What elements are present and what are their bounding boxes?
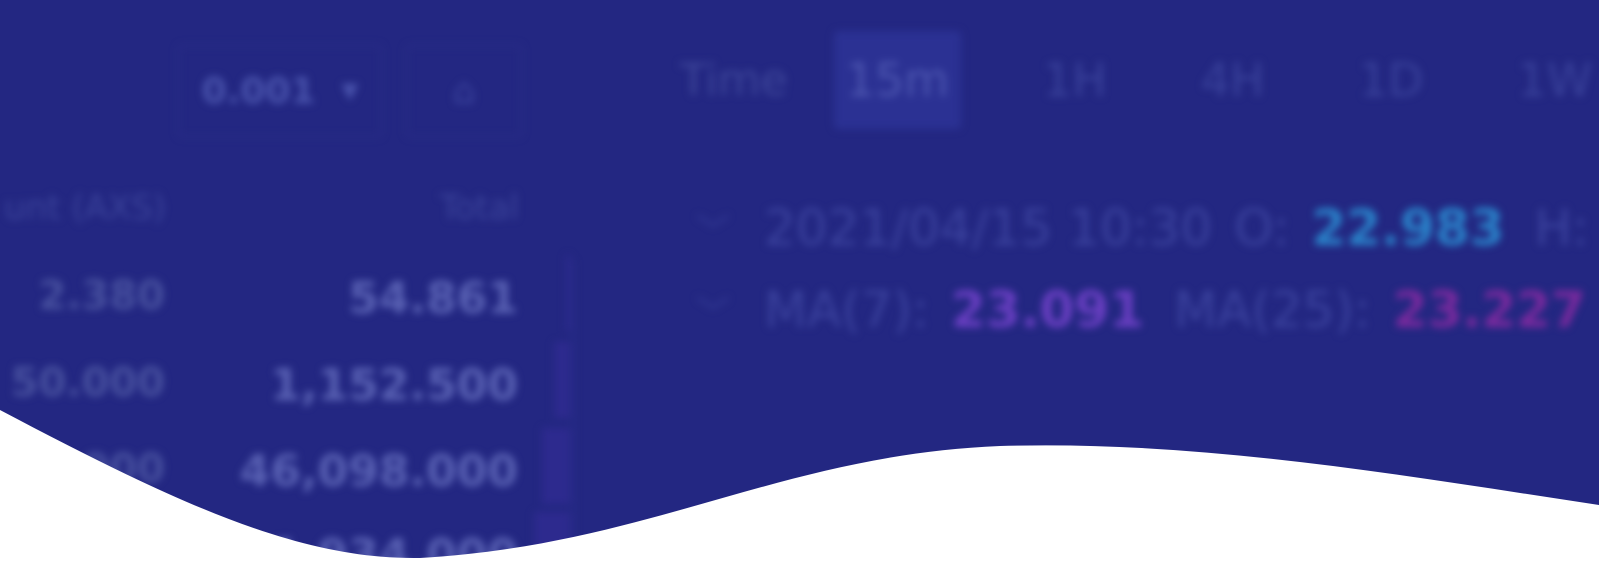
blurred-trading-banner: 0.001 ▼ ⌂ unt (AXS) Total 2.380 54.861 5… — [0, 0, 1599, 567]
bottom-wave — [0, 410, 1599, 567]
